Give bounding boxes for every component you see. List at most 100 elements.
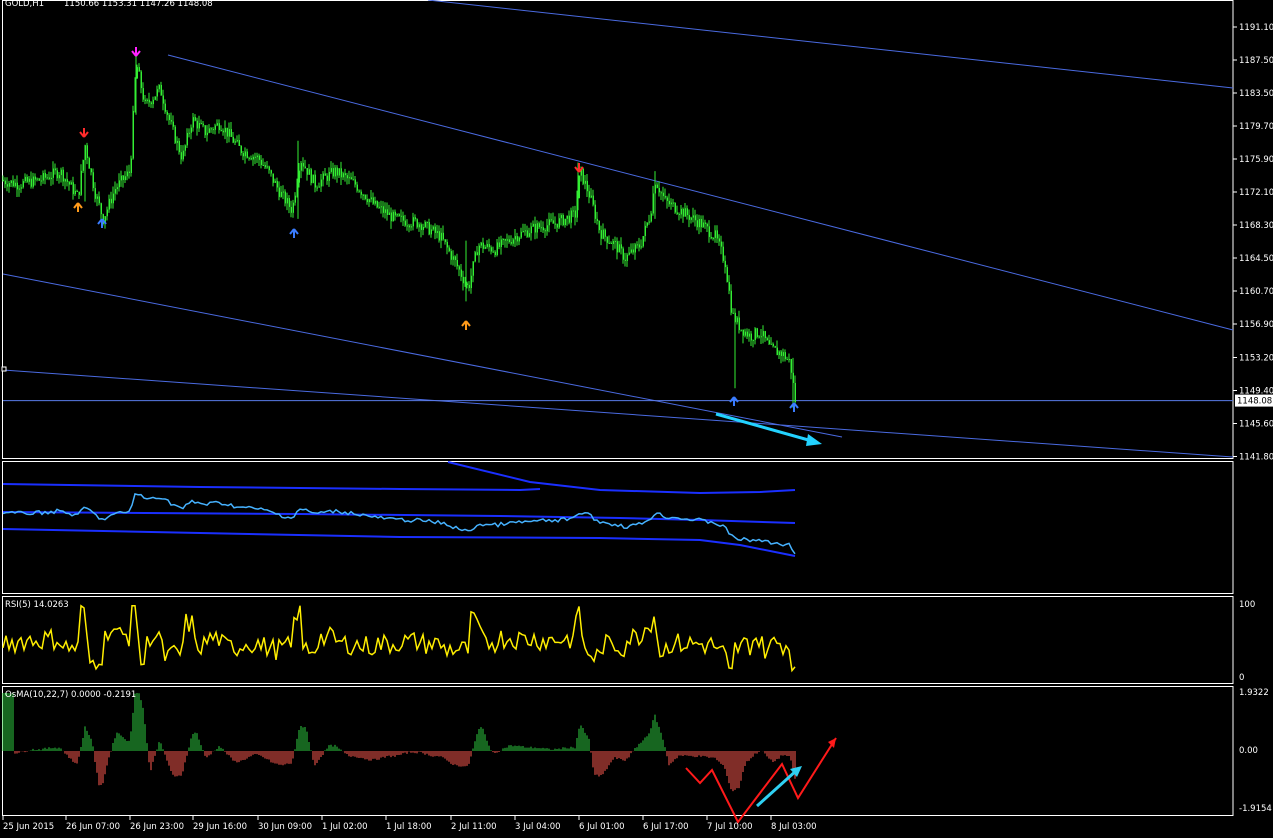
candle-body [664, 196, 666, 198]
candle-body [10, 180, 12, 184]
candle-body [536, 223, 538, 233]
candle-body [790, 359, 792, 373]
candle-body [366, 198, 368, 203]
time-tick-label: 7 Jul 10:00 [707, 822, 753, 832]
trendline-anchor[interactable] [1, 366, 7, 372]
rsi-tick-label: 100 [1239, 600, 1255, 610]
candle-body [776, 347, 778, 356]
candle-body [170, 120, 172, 122]
candle-body [282, 191, 284, 193]
candle-body [184, 145, 186, 151]
candle-body [532, 223, 534, 227]
candle-body [768, 340, 770, 345]
candle-body [692, 215, 694, 218]
candle-body [428, 222, 430, 235]
time-tick-label: 30 Jun 09:00 [258, 822, 312, 832]
candle-body [740, 329, 742, 331]
candle-body [144, 99, 146, 102]
candle-body [238, 140, 240, 146]
candle-body [364, 194, 366, 199]
candle-body [384, 209, 386, 213]
candle-body [612, 241, 614, 244]
candle-body [696, 220, 698, 228]
candle-body [406, 225, 408, 227]
candle-body [766, 338, 768, 341]
candle-body [436, 231, 438, 233]
candle-body [76, 190, 78, 192]
candle-body [714, 230, 716, 238]
candle-body [272, 173, 274, 183]
candle-body [316, 187, 318, 189]
candle-body [372, 197, 374, 204]
candle-body [32, 176, 34, 187]
candle-body [114, 189, 116, 194]
candle-body [116, 187, 118, 190]
chart-canvas[interactable]: 1191.10 1187.50 1183.50 1179.70 1175.90 1172.… [0, 0, 1273, 834]
candle-body [132, 110, 134, 159]
candle-body [496, 242, 498, 256]
candle-body [334, 167, 336, 177]
candle-body [142, 88, 144, 100]
time-tick-label: 1 Jul 18:00 [386, 822, 432, 832]
candle-body [54, 168, 56, 171]
candle-body [650, 213, 652, 222]
candle-body [630, 249, 632, 253]
candle-body [100, 203, 102, 215]
candle-body [772, 343, 774, 347]
candle-body [128, 171, 130, 173]
candle-body [292, 202, 294, 213]
candle-body [34, 176, 36, 180]
candle-body [374, 200, 376, 204]
candle-body [356, 184, 358, 191]
candle-body [126, 171, 128, 177]
candle-body [644, 225, 646, 237]
candle-body [746, 331, 748, 337]
candle-body [378, 206, 380, 208]
candle-body [208, 128, 210, 133]
candle-body [636, 244, 638, 246]
candle-body [592, 195, 594, 205]
candle-body [480, 242, 482, 246]
candle-body [216, 123, 218, 126]
time-tick-label: 25 Jun 2015 [3, 822, 54, 832]
price-tick-label: 1168.30 [1239, 221, 1273, 231]
candle-body [56, 170, 58, 179]
candle-body [738, 317, 740, 331]
chart-window[interactable]: 1191.10 1187.50 1183.50 1179.70 1175.90 1172.… [0, 0, 1273, 834]
candle-body [642, 236, 644, 247]
candle-body [252, 156, 254, 160]
candle-body [622, 248, 624, 260]
candle-body [390, 212, 392, 222]
candle-body [194, 117, 196, 121]
candle-body [594, 204, 596, 219]
candle-body [94, 188, 96, 199]
candle-body [704, 222, 706, 224]
candle-body [122, 175, 124, 180]
candle-body [124, 176, 126, 180]
osma-tick-label: -1.9154 [1239, 804, 1272, 814]
candle-body [16, 182, 18, 190]
candle-body [4, 180, 6, 185]
candle-body [598, 220, 600, 231]
candle-body [702, 222, 704, 228]
osma-tick-label: 1.9322 [1239, 688, 1269, 698]
candle-body [182, 150, 184, 160]
candle-body [42, 173, 44, 181]
candle-body [306, 168, 308, 175]
candle-body [786, 359, 788, 361]
candle-body [510, 242, 512, 244]
candle-body [46, 177, 48, 179]
candle-body [266, 166, 268, 168]
candle-body [752, 339, 754, 341]
candle-body [172, 121, 174, 127]
candle-body [530, 226, 532, 234]
candle-body [270, 170, 272, 174]
candle-body [240, 145, 242, 154]
ohlc-label: 1150.66 1153.31 1147.26 1148.08 [64, 0, 213, 9]
candle-body [176, 140, 178, 143]
candle-body [264, 165, 266, 168]
time-tick-label: 6 Jul 01:00 [579, 822, 625, 832]
candle-body [326, 175, 328, 181]
candle-body [2, 179, 4, 181]
candle-body [544, 230, 546, 232]
